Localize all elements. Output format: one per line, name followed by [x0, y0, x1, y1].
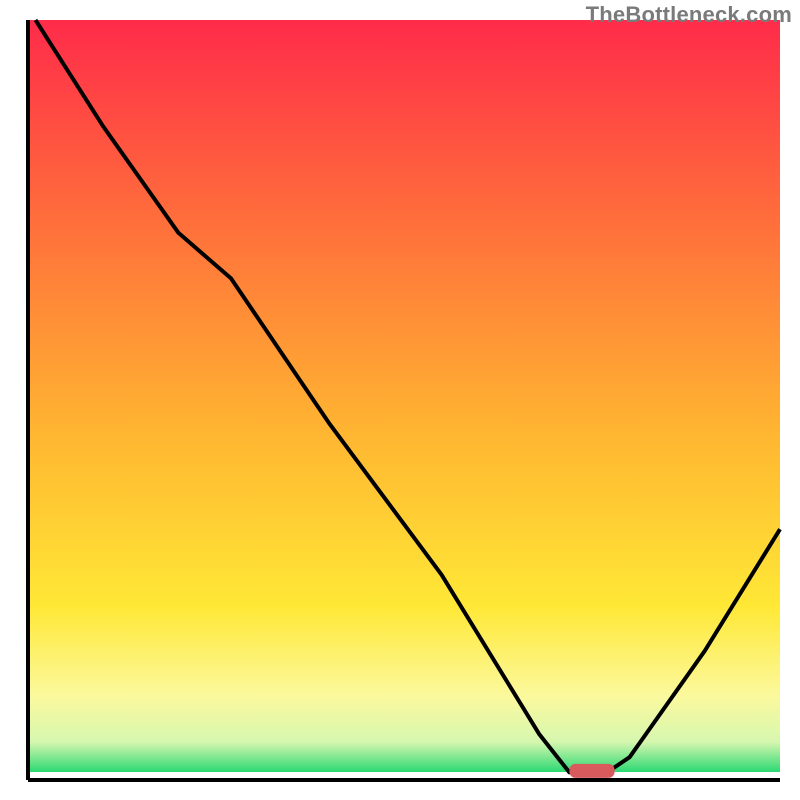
bottleneck-chart [0, 0, 800, 800]
watermark-text: TheBottleneck.com [586, 2, 792, 28]
plot-background [28, 20, 780, 772]
optimal-range-marker [569, 764, 614, 778]
chart-container: TheBottleneck.com [0, 0, 800, 800]
